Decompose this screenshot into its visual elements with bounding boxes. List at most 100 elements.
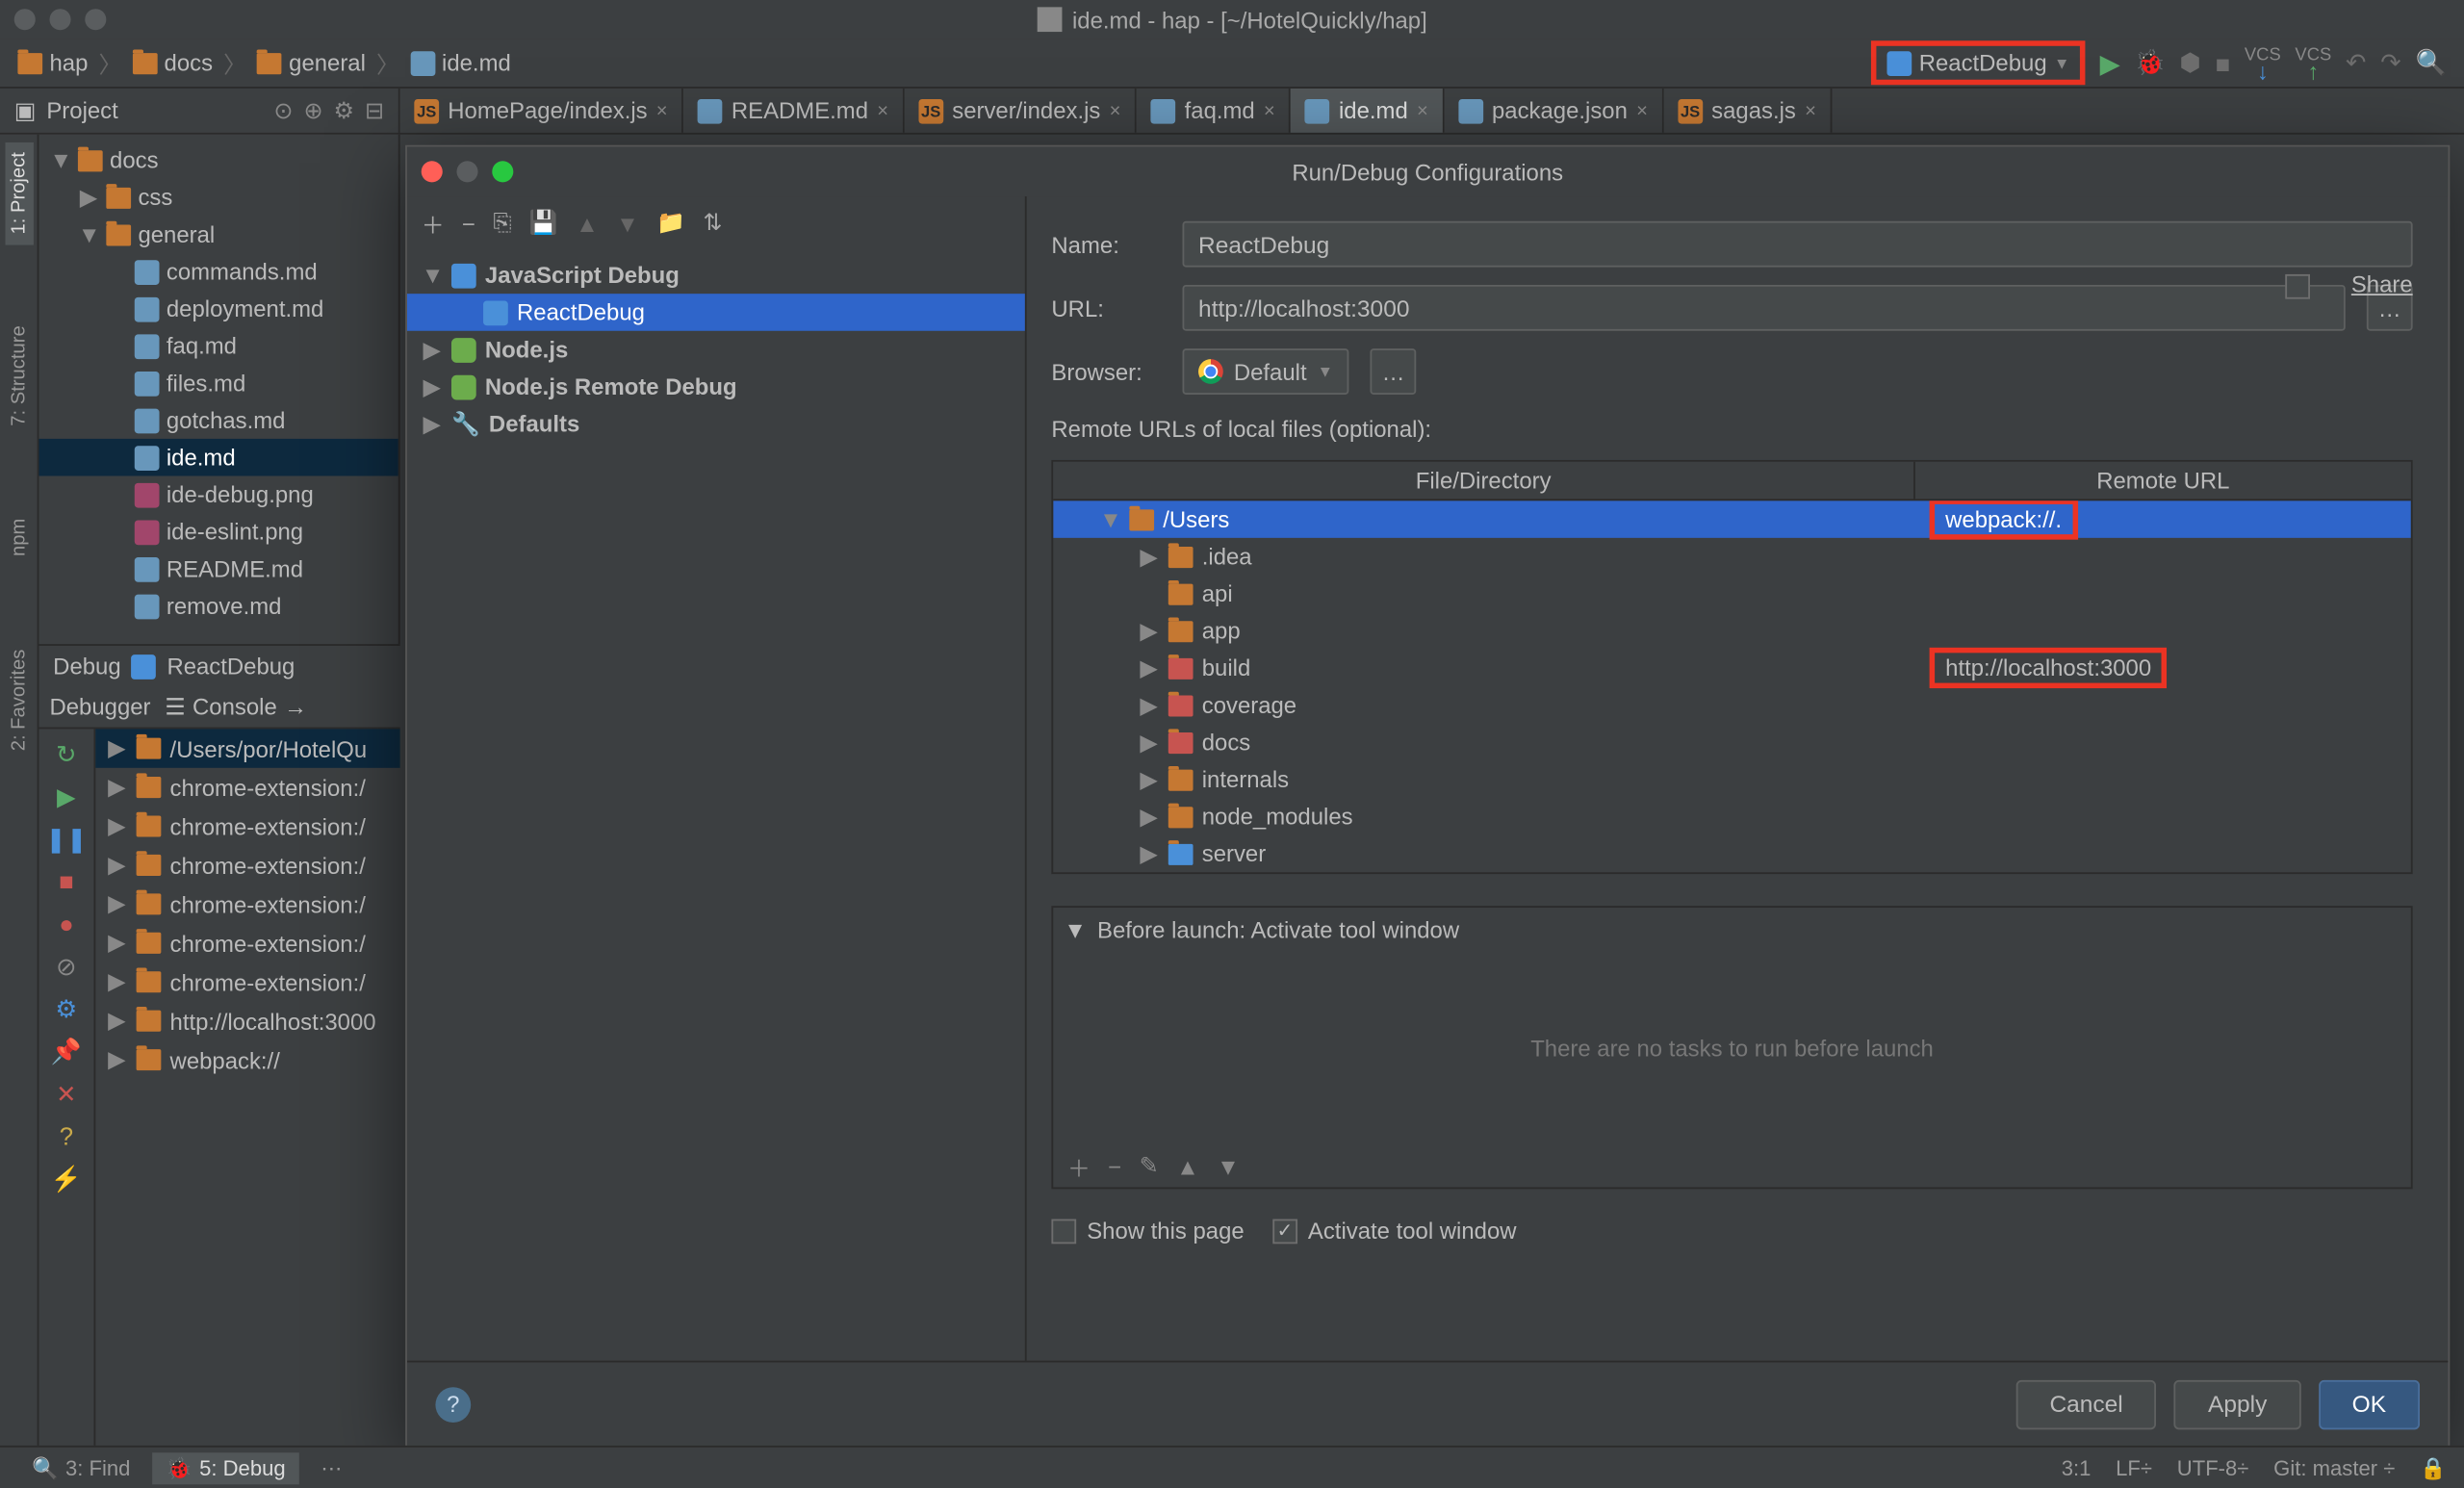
- tree-item[interactable]: ide.md: [38, 439, 398, 476]
- debug-frame-item[interactable]: ▶/Users/por/HotelQu: [95, 729, 399, 767]
- config-tree-item[interactable]: ReactDebug: [407, 294, 1025, 331]
- tree-item[interactable]: ▶css: [38, 179, 398, 217]
- disclosure-icon[interactable]: ▶: [1139, 542, 1160, 570]
- project-tool-header[interactable]: ▣ Project ⊙ ⊕ ⚙ ⊟: [0, 89, 400, 133]
- search-icon[interactable]: 🔍: [2416, 48, 2447, 78]
- run-button[interactable]: ▶: [2100, 47, 2120, 79]
- editor-tab[interactable]: package.json×: [1444, 89, 1663, 133]
- breadcrumb-item[interactable]: hap: [17, 49, 88, 76]
- disclosure-icon[interactable]: ▶: [106, 773, 127, 801]
- console-tab[interactable]: ☰Console→: [165, 693, 307, 721]
- activate-window-checkbox[interactable]: [1272, 1219, 1297, 1244]
- tool-tab-npm[interactable]: npm: [5, 508, 33, 567]
- config-tree-item[interactable]: ▼JavaScript Debug: [407, 257, 1025, 295]
- disclosure-icon[interactable]: ▶: [1139, 839, 1160, 867]
- config-tree-item[interactable]: ▶🔧Defaults: [407, 405, 1025, 443]
- undo-icon[interactable]: ↶: [2346, 48, 2367, 78]
- close-tab-icon[interactable]: ×: [1417, 100, 1428, 121]
- project-tree[interactable]: ▼docs▶css▼generalcommands.mddeployment.m…: [38, 135, 399, 644]
- tree-item[interactable]: ide-eslint.png: [38, 513, 398, 551]
- editor-tab[interactable]: JSHomePage/index.js×: [400, 89, 684, 133]
- config-tree[interactable]: ▼JavaScript DebugReactDebug▶Node.js▶Node…: [407, 249, 1025, 1360]
- cancel-button[interactable]: Cancel: [2016, 1379, 2157, 1428]
- redo-icon[interactable]: ↷: [2380, 48, 2401, 78]
- bottom-tab-more[interactable]: ⋯: [307, 1451, 356, 1483]
- tool-tab-project[interactable]: 1: Project: [5, 141, 33, 244]
- disclosure-icon[interactable]: ▼: [1099, 506, 1120, 533]
- disclosure-icon[interactable]: ▶: [1139, 691, 1160, 719]
- resume-icon[interactable]: ▶: [52, 782, 80, 810]
- browser-selector[interactable]: Default ▼: [1183, 348, 1349, 395]
- share-checkbox[interactable]: [2285, 274, 2310, 299]
- zoom-window-icon[interactable]: [85, 9, 106, 30]
- disclosure-icon[interactable]: ▼: [78, 221, 99, 248]
- bottom-tab-debug[interactable]: 🐞 5: Debug: [152, 1451, 300, 1483]
- gear-icon[interactable]: ⚙: [334, 96, 354, 124]
- move-down-task-icon[interactable]: ▼: [1217, 1153, 1240, 1180]
- tree-item[interactable]: ▼general: [38, 216, 398, 253]
- debug-frame-item[interactable]: ▶http://localhost:3000: [95, 1001, 399, 1039]
- remote-url-row[interactable]: ▶app: [1053, 612, 2411, 650]
- line-separator[interactable]: LF÷: [2116, 1455, 2152, 1480]
- ok-button[interactable]: OK: [2319, 1379, 2420, 1428]
- sort-config-icon[interactable]: ⇅: [703, 209, 722, 237]
- share-link[interactable]: Share: [2351, 270, 2413, 297]
- edit-task-icon[interactable]: ✎: [1140, 1152, 1159, 1180]
- close-tab-icon[interactable]: ×: [656, 100, 668, 121]
- remote-url-row[interactable]: ▶.idea: [1053, 538, 2411, 576]
- git-branch[interactable]: Git: master ÷: [2273, 1455, 2395, 1480]
- debug-frame-item[interactable]: ▶chrome-extension:/: [95, 924, 399, 962]
- add-config-icon[interactable]: ＋: [422, 206, 445, 240]
- debug-frame-item[interactable]: ▶chrome-extension:/: [95, 768, 399, 807]
- add-task-icon[interactable]: ＋: [1067, 1149, 1091, 1183]
- file-encoding[interactable]: UTF-8÷: [2177, 1455, 2249, 1480]
- cursor-position[interactable]: 3:1: [2062, 1455, 2092, 1480]
- move-down-icon[interactable]: ▼: [616, 210, 639, 237]
- debug-frame-item[interactable]: ▶webpack://: [95, 1040, 399, 1079]
- disclosure-icon[interactable]: ▶: [422, 335, 443, 363]
- close-tab-icon[interactable]: ×: [1636, 100, 1648, 121]
- remote-url-row[interactable]: ▶buildhttp://localhost:3000: [1053, 650, 2411, 687]
- remote-url-row[interactable]: api: [1053, 575, 2411, 612]
- tree-item[interactable]: ide-debug.png: [38, 475, 398, 513]
- close-tab-icon[interactable]: ×: [1264, 100, 1275, 121]
- more-icon[interactable]: ⚡: [52, 1165, 80, 1193]
- tree-item[interactable]: files.md: [38, 365, 398, 402]
- dialog-zoom-icon[interactable]: [492, 161, 513, 182]
- pause-icon[interactable]: ❚❚: [52, 825, 80, 853]
- stop-button[interactable]: ■: [2216, 49, 2231, 77]
- move-up-icon[interactable]: ▲: [576, 210, 599, 237]
- remote-url-row[interactable]: ▶docs: [1053, 724, 2411, 761]
- tree-item[interactable]: ▼docs: [38, 141, 398, 179]
- before-launch-header[interactable]: ▼Before launch: Activate tool window: [1053, 908, 2411, 950]
- disclosure-icon[interactable]: ▶: [106, 851, 127, 879]
- vcs-update-icon[interactable]: ↓: [2257, 63, 2269, 79]
- collapse-icon[interactable]: ⊙: [273, 96, 293, 124]
- disclosure-icon[interactable]: ▶: [1139, 654, 1160, 681]
- debug-button[interactable]: 🐞: [2135, 48, 2166, 78]
- dialog-title-bar[interactable]: Run/Debug Configurations: [407, 147, 2448, 196]
- disclosure-icon[interactable]: ▶: [106, 812, 127, 840]
- show-page-checkbox[interactable]: [1051, 1219, 1076, 1244]
- tree-item[interactable]: commands.md: [38, 253, 398, 291]
- tree-item[interactable]: gotchas.md: [38, 401, 398, 439]
- tool-tab-favorites[interactable]: 2: Favorites: [5, 638, 33, 761]
- config-tree-item[interactable]: ▶Node.js: [407, 331, 1025, 369]
- remote-url-value[interactable]: webpack://.: [1930, 500, 2078, 539]
- remove-config-icon[interactable]: −: [462, 210, 475, 237]
- stop-icon[interactable]: ■: [52, 867, 80, 895]
- remote-url-row[interactable]: ▶internals: [1053, 760, 2411, 798]
- disclosure-icon[interactable]: ▶: [106, 968, 127, 996]
- config-tree-item[interactable]: ▶Node.js Remote Debug: [407, 368, 1025, 405]
- disclosure-icon[interactable]: ▶: [106, 734, 127, 762]
- disclosure-icon[interactable]: ▼: [49, 147, 70, 174]
- editor-tab[interactable]: JSsagas.js×: [1664, 89, 1833, 133]
- move-up-task-icon[interactable]: ▲: [1176, 1153, 1199, 1180]
- disclosure-icon[interactable]: ▶: [1139, 765, 1160, 793]
- rerun-icon[interactable]: ↻: [52, 739, 80, 767]
- tree-item[interactable]: faq.md: [38, 327, 398, 365]
- tree-item[interactable]: deployment.md: [38, 290, 398, 327]
- traffic-lights[interactable]: [14, 9, 107, 30]
- help-icon[interactable]: ?: [52, 1121, 80, 1149]
- disclosure-icon[interactable]: ▶: [106, 890, 127, 918]
